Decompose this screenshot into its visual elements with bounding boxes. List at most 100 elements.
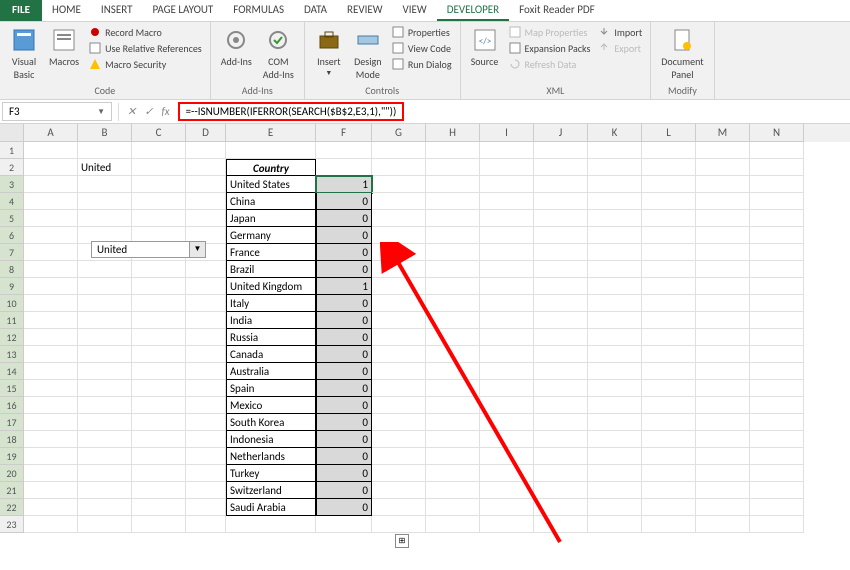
cell-H5[interactable] — [426, 210, 480, 227]
cell-C9[interactable] — [132, 278, 186, 295]
cell-F20[interactable]: 0 — [316, 465, 372, 482]
cell-G9[interactable] — [372, 278, 426, 295]
cell-A19[interactable] — [24, 448, 78, 465]
row-header[interactable]: 9 — [0, 278, 24, 295]
view-code-button[interactable]: View Code — [389, 40, 454, 56]
design-mode-button[interactable]: Design Mode — [350, 24, 386, 83]
row-header[interactable]: 16 — [0, 397, 24, 414]
cell-N12[interactable] — [750, 329, 804, 346]
cell-M14[interactable] — [696, 363, 750, 380]
cell-C1[interactable] — [132, 142, 186, 159]
cell-E14[interactable]: Australia — [226, 363, 316, 380]
cell-I20[interactable] — [480, 465, 534, 482]
cancel-formula-icon[interactable]: ✕ — [123, 105, 140, 118]
com-addins-button[interactable]: COM Add-Ins — [259, 24, 298, 83]
cell-D13[interactable] — [186, 346, 226, 363]
cell-M23[interactable] — [696, 516, 750, 533]
cell-D4[interactable] — [186, 193, 226, 210]
visual-basic-button[interactable]: Visual Basic — [6, 24, 42, 83]
cell-G14[interactable] — [372, 363, 426, 380]
cell-L21[interactable] — [642, 482, 696, 499]
combobox-control[interactable]: United ▼ — [91, 241, 206, 258]
cell-F2[interactable] — [316, 159, 372, 176]
cell-H15[interactable] — [426, 380, 480, 397]
cell-E22[interactable]: Saudi Arabia — [226, 499, 316, 516]
row-header[interactable]: 15 — [0, 380, 24, 397]
row-header[interactable]: 13 — [0, 346, 24, 363]
cell-N2[interactable] — [750, 159, 804, 176]
cell-M4[interactable] — [696, 193, 750, 210]
cell-H11[interactable] — [426, 312, 480, 329]
cell-G5[interactable] — [372, 210, 426, 227]
cell-J12[interactable] — [534, 329, 588, 346]
cell-I8[interactable] — [480, 261, 534, 278]
accept-formula-icon[interactable]: ✓ — [140, 105, 157, 118]
cell-I3[interactable] — [480, 176, 534, 193]
cell-F23[interactable] — [316, 516, 372, 533]
col-header-A[interactable]: A — [24, 124, 78, 142]
cell-N8[interactable] — [750, 261, 804, 278]
cell-J5[interactable] — [534, 210, 588, 227]
cell-F16[interactable]: 0 — [316, 397, 372, 414]
cell-E21[interactable]: Switzerland — [226, 482, 316, 499]
cell-E7[interactable]: France — [226, 244, 316, 261]
cell-I19[interactable] — [480, 448, 534, 465]
cell-K14[interactable] — [588, 363, 642, 380]
cell-M18[interactable] — [696, 431, 750, 448]
insert-tab[interactable]: INSERT — [91, 0, 143, 21]
cell-N4[interactable] — [750, 193, 804, 210]
cell-G12[interactable] — [372, 329, 426, 346]
cell-N20[interactable] — [750, 465, 804, 482]
cell-B12[interactable] — [78, 329, 132, 346]
cell-A2[interactable] — [24, 159, 78, 176]
cell-B4[interactable] — [78, 193, 132, 210]
cell-H22[interactable] — [426, 499, 480, 516]
col-header-M[interactable]: M — [696, 124, 750, 142]
cell-N3[interactable] — [750, 176, 804, 193]
cell-C4[interactable] — [132, 193, 186, 210]
cell-F17[interactable]: 0 — [316, 414, 372, 431]
cell-C2[interactable] — [132, 159, 186, 176]
cell-I15[interactable] — [480, 380, 534, 397]
cell-H21[interactable] — [426, 482, 480, 499]
cell-B16[interactable] — [78, 397, 132, 414]
cell-L17[interactable] — [642, 414, 696, 431]
formulas-tab[interactable]: FORMULAS — [223, 0, 294, 21]
cell-G22[interactable] — [372, 499, 426, 516]
cell-M8[interactable] — [696, 261, 750, 278]
cell-M6[interactable] — [696, 227, 750, 244]
cell-D12[interactable] — [186, 329, 226, 346]
cell-D21[interactable] — [186, 482, 226, 499]
cell-A13[interactable] — [24, 346, 78, 363]
cell-J19[interactable] — [534, 448, 588, 465]
cell-E11[interactable]: India — [226, 312, 316, 329]
col-header-E[interactable]: E — [226, 124, 316, 142]
cell-L20[interactable] — [642, 465, 696, 482]
cell-H3[interactable] — [426, 176, 480, 193]
cell-M21[interactable] — [696, 482, 750, 499]
cell-B11[interactable] — [78, 312, 132, 329]
cell-H9[interactable] — [426, 278, 480, 295]
cell-F7[interactable]: 0 — [316, 244, 372, 261]
cell-K3[interactable] — [588, 176, 642, 193]
cell-I7[interactable] — [480, 244, 534, 261]
cell-N18[interactable] — [750, 431, 804, 448]
cell-G7[interactable] — [372, 244, 426, 261]
cell-F1[interactable] — [316, 142, 372, 159]
cell-D11[interactable] — [186, 312, 226, 329]
cell-K5[interactable] — [588, 210, 642, 227]
cell-E9[interactable]: United Kingdom — [226, 278, 316, 295]
cell-I2[interactable] — [480, 159, 534, 176]
cell-I4[interactable] — [480, 193, 534, 210]
cell-K13[interactable] — [588, 346, 642, 363]
cell-C15[interactable] — [132, 380, 186, 397]
cell-C10[interactable] — [132, 295, 186, 312]
cell-H20[interactable] — [426, 465, 480, 482]
cell-C5[interactable] — [132, 210, 186, 227]
cell-E23[interactable] — [226, 516, 316, 533]
cell-G19[interactable] — [372, 448, 426, 465]
cell-J13[interactable] — [534, 346, 588, 363]
col-header-L[interactable]: L — [642, 124, 696, 142]
cell-A14[interactable] — [24, 363, 78, 380]
cell-L9[interactable] — [642, 278, 696, 295]
